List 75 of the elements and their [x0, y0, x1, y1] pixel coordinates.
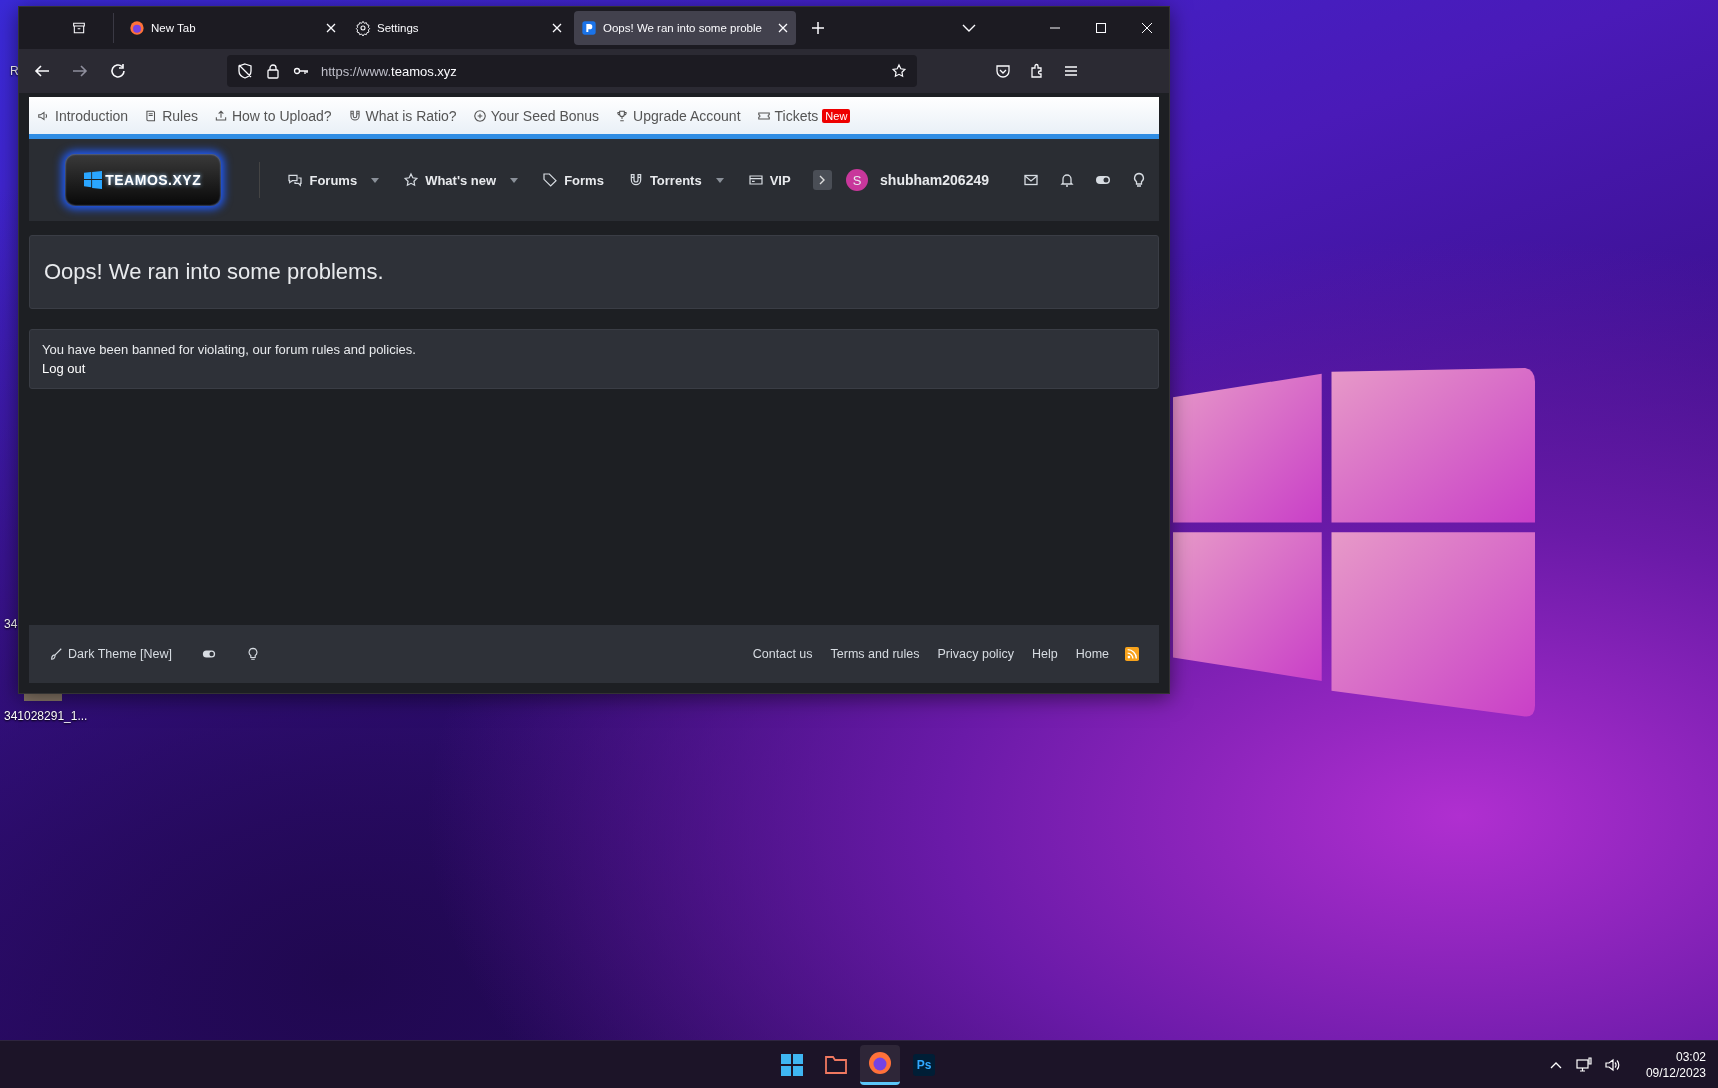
- trophy-icon: [615, 108, 630, 123]
- photoshop-icon: Ps: [913, 1053, 935, 1076]
- magnet-icon: [347, 108, 362, 123]
- nav-tab[interactable]: Forms: [542, 172, 604, 188]
- footer-link[interactable]: Privacy policy: [937, 647, 1014, 661]
- theme-link[interactable]: Dark Theme [New]: [49, 647, 172, 661]
- logout-link[interactable]: Log out: [42, 361, 86, 376]
- menu-icon[interactable]: [1063, 63, 1079, 79]
- site-logo[interactable]: TEAMOS.XYZ: [65, 154, 221, 206]
- envelope-icon[interactable]: [1023, 172, 1039, 188]
- settings-icon: [355, 20, 371, 36]
- clock-time: 03:02: [1675, 1049, 1706, 1064]
- rss-icon[interactable]: [1125, 647, 1139, 661]
- top-link[interactable]: Your Seed Bonus: [472, 107, 600, 124]
- desktop-icon-label[interactable]: 34: [4, 617, 18, 631]
- new-badge: New: [822, 108, 851, 123]
- user-avatar: S: [846, 169, 869, 191]
- desktop-icon-label[interactable]: R: [10, 64, 19, 78]
- star-icon[interactable]: [891, 63, 907, 79]
- more-button[interactable]: [812, 170, 833, 190]
- top-link[interactable]: Rules: [144, 107, 198, 124]
- error-message: You have been banned for violating, our forum rules and policies.: [42, 342, 416, 357]
- top-link[interactable]: Introduction: [37, 107, 129, 124]
- clock-date: 09/12/2023: [1645, 1065, 1706, 1080]
- maximize-icon[interactable]: [1095, 22, 1107, 34]
- windows-logo-icon: [84, 171, 103, 189]
- address-bar[interactable]: https://www.teamos.xyz: [227, 55, 917, 87]
- error-title: Oops! We ran into some problems.: [44, 259, 384, 285]
- site-favicon-icon: [581, 20, 597, 36]
- close-icon[interactable]: [777, 22, 789, 34]
- top-link[interactable]: How to Upload?: [213, 107, 332, 124]
- nav-tab[interactable]: VIP: [747, 172, 791, 188]
- network-icon[interactable]: [1575, 1056, 1592, 1073]
- close-icon[interactable]: [1141, 22, 1153, 34]
- speaker-icon[interactable]: [1603, 1056, 1620, 1073]
- nav-tab[interactable]: Torrents: [627, 172, 724, 188]
- reload-icon[interactable]: [109, 62, 127, 80]
- bell-icon[interactable]: [1059, 172, 1075, 188]
- close-icon[interactable]: [551, 22, 563, 34]
- footer-link[interactable]: Help: [1031, 647, 1058, 661]
- footer-link[interactable]: Terms and rules: [830, 647, 920, 661]
- user-account-link[interactable]: S shubham206249: [846, 169, 989, 191]
- comments-icon: [287, 172, 304, 188]
- firefox-icon: [868, 1051, 892, 1075]
- card-icon: [747, 172, 764, 188]
- clock[interactable]: 03:02 09/12/2023: [1645, 1049, 1706, 1080]
- brush-icon: [49, 647, 63, 661]
- browser-tab[interactable]: New Tab: [122, 11, 344, 45]
- windows-logo-icon: [780, 1052, 804, 1077]
- extensions-icon[interactable]: [1029, 63, 1045, 79]
- taskbar-app[interactable]: Ps: [904, 1044, 944, 1085]
- top-link[interactable]: Tickets New: [756, 107, 851, 124]
- browser-tab[interactable]: Settings: [348, 11, 570, 45]
- pocket-icon[interactable]: [995, 63, 1011, 79]
- lightbulb-icon[interactable]: [245, 647, 260, 661]
- desktop-icon-label[interactable]: 341028291_1...: [4, 709, 88, 723]
- close-icon[interactable]: [325, 22, 337, 34]
- nav-tab[interactable]: What's new: [403, 172, 519, 188]
- top-link[interactable]: Upgrade Account: [615, 107, 741, 124]
- new-tab-icon[interactable]: [810, 20, 826, 36]
- footer-link[interactable]: Home: [1075, 647, 1109, 661]
- url-text: https://www.teamos.xyz: [321, 63, 457, 79]
- browser-tab[interactable]: Oops! We ran into some proble: [574, 11, 796, 45]
- top-link[interactable]: What is Ratio?: [347, 107, 457, 124]
- upload-icon: [213, 108, 228, 123]
- star-icon: [403, 172, 420, 188]
- firefox-icon: [129, 20, 145, 36]
- taskbar-app[interactable]: [860, 1044, 900, 1085]
- shield-icon[interactable]: [237, 63, 253, 79]
- footer-link[interactable]: Contact us: [752, 647, 813, 661]
- tab-list-icon[interactable]: [71, 20, 87, 36]
- lock-icon[interactable]: [265, 63, 281, 79]
- tag-icon: [542, 172, 559, 188]
- lightbulb-icon[interactable]: [1131, 172, 1147, 188]
- nav-tab[interactable]: Forums: [287, 172, 380, 188]
